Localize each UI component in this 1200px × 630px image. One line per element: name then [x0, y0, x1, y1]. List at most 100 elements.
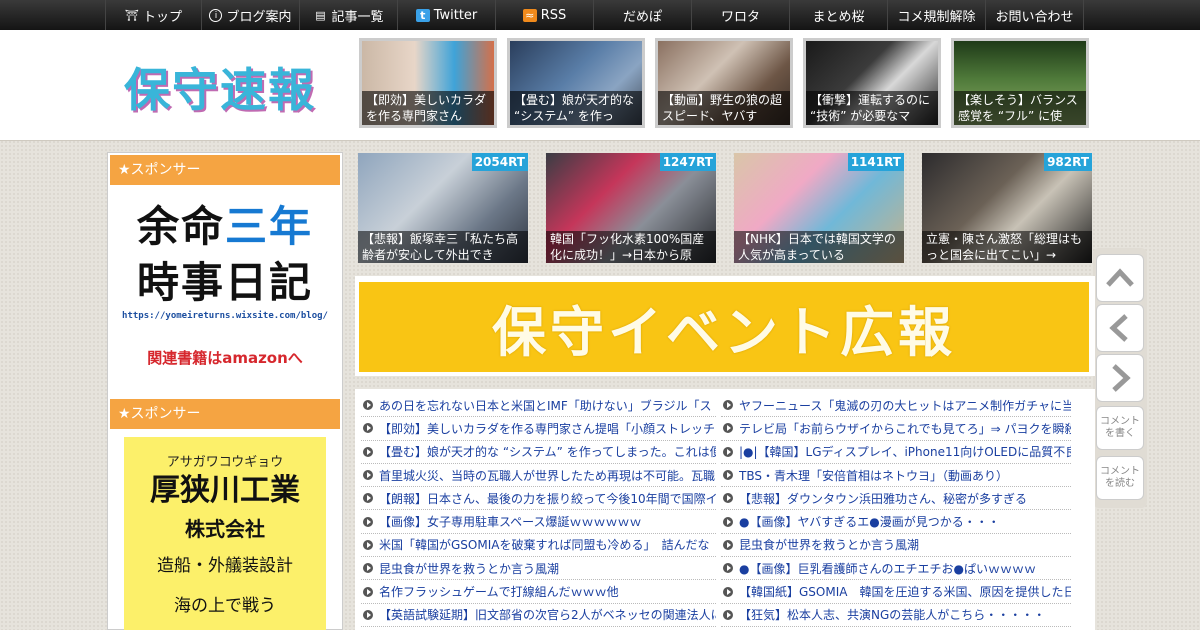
nav-item-blog-info[interactable]: i ブログ案内	[202, 0, 300, 30]
nav-item-contact[interactable]: お問い合わせ	[986, 0, 1084, 30]
rt-caption: 韓国「フッ化水素100%国産化に成功！」→日本から原	[546, 231, 716, 263]
header-thumb[interactable]: 【衝撃】運転するのに “技術” が必要なマ	[803, 38, 941, 128]
nav-label: ブログ案内	[226, 9, 292, 25]
article-link[interactable]: 名作フラッシュゲームで打線組んだｗｗｗ他	[361, 580, 716, 604]
ad-headline-2: 時事日記	[136, 258, 313, 307]
site-logo[interactable]: 保守速報	[124, 54, 316, 120]
nav-label: 記事一覧	[331, 9, 384, 25]
play-bullet-icon	[363, 423, 373, 434]
ad-headline: 余命三年	[108, 199, 342, 255]
header-thumb[interactable]: 【即効】美しいカラダを作る専門家さん	[359, 38, 497, 128]
article-link-text: 【狂気】松本人志、共演NGの芸能人がこちら・・・・・	[739, 608, 1046, 623]
nav-item-rss[interactable]: ≈ RSS	[496, 0, 594, 30]
nav-label: ワロタ	[720, 9, 760, 25]
article-link[interactable]: 【英語試験延期】旧文部省の次官ら2人がベネッセの関連法人に	[361, 604, 716, 627]
article-link[interactable]: 【韓国紙】GSOMIA 韓国を圧迫する米国、原因を提供した日	[721, 580, 1071, 604]
article-link-text: 【畳む】娘が天才的な “システム” を作ってしまった。これは便	[379, 445, 716, 460]
rt-thumb[interactable]: 2054RT 【悲報】飯塚幸三「私たち高齢者が安心して外出でき	[358, 153, 528, 263]
rt-thumb[interactable]: 1141RT 【NHK】日本では韓国文学の人気が高まっている	[734, 153, 904, 263]
header-thumb-caption: 【衝撃】運転するのに “技術” が必要なマ	[806, 91, 938, 125]
article-link[interactable]: TBS・青木理「安倍首相はネトウヨ」（動画あり）	[721, 464, 1071, 488]
event-banner-frame: 保守イベント広報	[355, 276, 1095, 376]
twitter-icon: t	[415, 8, 430, 22]
comment-write-button[interactable]: コメントを書く	[1096, 406, 1144, 450]
article-link-text: 米国「韓国がGSOMIAを破棄すれば同盟も冷める」 詰んだな	[379, 538, 710, 553]
article-link[interactable]: 首里城火災、当時の瓦職人が世界したため再現は不可能。瓦職	[361, 464, 716, 488]
play-bullet-icon	[363, 609, 373, 620]
article-link-text: 昆虫食が世界を救うとか言う風潮	[379, 561, 560, 576]
article-link[interactable]: 【悲報】ダウンタウン浜田雅功さん、秘密が多すぎる	[721, 487, 1071, 511]
article-link-text: 【韓国紙】GSOMIA 韓国を圧迫する米国、原因を提供した日	[739, 585, 1071, 600]
article-link[interactable]: |●|【韓国】LGディスプレイ、iPhone11向けOLEDに品質不良発生	[721, 441, 1071, 464]
article-link[interactable]: ●【画像】ヤバすぎるエ●漫画が見つかる・・・	[721, 510, 1071, 534]
article-link[interactable]: ●【画像】巨乳看護師さんのエチエチお●ぱいｗｗｗｗ	[721, 557, 1071, 581]
header-thumb[interactable]: 【動画】野生の狼の超スピード、ヤバす	[655, 38, 793, 128]
article-link[interactable]: 【狂気】松本人志、共演NGの芸能人がこちら・・・・・	[721, 604, 1071, 627]
article-link-text: |●|【韓国】LGディスプレイ、iPhone11向けOLEDに品質不良発生	[739, 445, 1071, 460]
ad-kana: アサガワコウギョウ	[166, 455, 284, 470]
comment-read-button[interactable]: コメントを読む	[1096, 456, 1144, 500]
play-bullet-icon	[363, 586, 373, 597]
article-link-text: 【朗報】日本さん、最後の力を振り絞って今後10年間で国際イ	[379, 491, 716, 506]
nav-label: RSS	[540, 7, 567, 23]
article-link-text: 【画像】女子専用駐車スペース爆誕ｗｗｗｗｗｗ	[379, 515, 642, 530]
ad-amazon-link[interactable]: 関連書籍はamazonへ	[108, 347, 342, 368]
header-thumb-caption: 【即効】美しいカラダを作る専門家さん	[362, 91, 494, 125]
article-link[interactable]: 昆虫食が世界を救うとか言う風潮	[721, 534, 1071, 558]
comment-write-label: コメントを書く	[1100, 416, 1140, 439]
nav-item-warota[interactable]: ワロタ	[692, 0, 790, 30]
article-link[interactable]: 【即効】美しいカラダを作る専門家さん提唱「小顔ストレッチ	[361, 417, 716, 441]
play-bullet-icon	[723, 516, 733, 527]
article-link-text: 首里城火災、当時の瓦職人が世界したため再現は不可能。瓦職	[379, 468, 716, 483]
sponsor-ad-asagawa[interactable]: アサガワコウギョウ 厚狭川工業 株式会社 造船・外艤装設計 海の上で戦う	[124, 437, 326, 630]
nav-item-article-list[interactable]: ▤ 記事一覧	[300, 0, 398, 30]
article-link[interactable]: 【画像】女子専用駐車スペース爆誕ｗｗｗｗｗｗ	[361, 510, 716, 534]
article-link[interactable]: ヤフーニュース「鬼滅の刃の大ヒットはアニメ制作ガチャに当	[721, 394, 1071, 418]
play-bullet-icon	[363, 446, 373, 457]
article-link-text: 名作フラッシュゲームで打線組んだｗｗｗ他	[379, 585, 619, 600]
top-navigation-bar: ⛩ トップ i ブログ案内 ▤ 記事一覧 t Twitter ≈ RSS だめぽ…	[0, 0, 1200, 30]
ad-description: 造船・外艤装設計	[157, 556, 293, 576]
nav-label: だめぽ	[622, 9, 662, 25]
event-banner[interactable]: 保守イベント広報	[359, 282, 1089, 372]
rt-caption: 【悲報】飯塚幸三「私たち高齢者が安心して外出でき	[358, 231, 528, 263]
article-link[interactable]: 【朗報】日本さん、最後の力を振り絞って今後10年間で国際イ	[361, 487, 716, 511]
prev-article-button[interactable]	[1096, 304, 1144, 352]
article-link-text: TBS・青木理「安倍首相はネトウヨ」（動画あり）	[739, 468, 1008, 483]
play-bullet-icon	[723, 609, 733, 620]
play-bullet-icon	[363, 493, 373, 504]
play-bullet-icon	[723, 586, 733, 597]
nav-item-damepo[interactable]: だめぽ	[594, 0, 692, 30]
article-link[interactable]: 昆虫食が世界を救うとか言う風潮	[361, 557, 716, 581]
article-link-text: あの日を忘れない日本と米国とIMF「助けない」ブラジル「ス	[379, 398, 712, 413]
article-link[interactable]: あの日を忘れない日本と米国とIMF「助けない」ブラジル「ス	[361, 394, 716, 418]
play-bullet-icon	[723, 446, 733, 457]
play-bullet-icon	[723, 563, 733, 574]
rt-thumb[interactable]: 982RT 立憲・陳さん激怒「総理はもっと国会に出てこい」→	[922, 153, 1092, 263]
article-link[interactable]: 米国「韓国がGSOMIAを破棄すれば同盟も冷める」 詰んだな	[361, 534, 716, 558]
home-icon: ⛩	[125, 8, 139, 22]
rt-thumb[interactable]: 1247RT 韓国「フッ化水素100%国産化に成功！」→日本から原	[546, 153, 716, 263]
scroll-top-button[interactable]	[1096, 254, 1144, 302]
header-thumb[interactable]: 【畳む】娘が天才的な “システム” を作っ	[507, 38, 645, 128]
rt-caption: 【NHK】日本では韓国文学の人気が高まっている	[734, 231, 904, 263]
play-bullet-icon	[723, 423, 733, 434]
sponsor-heading: ★スポンサー	[110, 399, 340, 429]
nav-item-top[interactable]: ⛩ トップ	[106, 0, 202, 30]
nav-item-twitter[interactable]: t Twitter	[398, 0, 496, 30]
article-link[interactable]: 【畳む】娘が天才的な “システム” を作ってしまった。これは便	[361, 441, 716, 464]
chevron-right-icon	[1112, 364, 1131, 392]
play-bullet-icon	[363, 516, 373, 527]
play-bullet-icon	[723, 539, 733, 550]
header-thumb[interactable]: 【楽しそう】バランス感覚を “フル” に使	[951, 38, 1089, 128]
nav-item-matome-sakura[interactable]: まとめ桜	[790, 0, 888, 30]
nav-item-comment-unblock[interactable]: コメ規制解除	[888, 0, 986, 30]
nav-label: Twitter	[433, 7, 478, 23]
site-header: 保守速報 【即効】美しいカラダを作る専門家さん 【畳む】娘が天才的な “システム…	[0, 30, 1200, 141]
next-article-button[interactable]	[1096, 354, 1144, 402]
chevron-left-icon	[1109, 314, 1128, 342]
article-link-text: ●【画像】ヤバすぎるエ●漫画が見つかる・・・	[739, 515, 1000, 530]
article-link[interactable]: テレビ局「お前らウザイからこれでも見てろ」⇒ パヨクを瞬殺	[721, 417, 1071, 441]
rt-count-badge: 1141RT	[847, 153, 904, 171]
sponsor-ad-yomei[interactable]: 余命三年 時事日記 https://yomeireturns.wixsite.c…	[108, 187, 342, 397]
